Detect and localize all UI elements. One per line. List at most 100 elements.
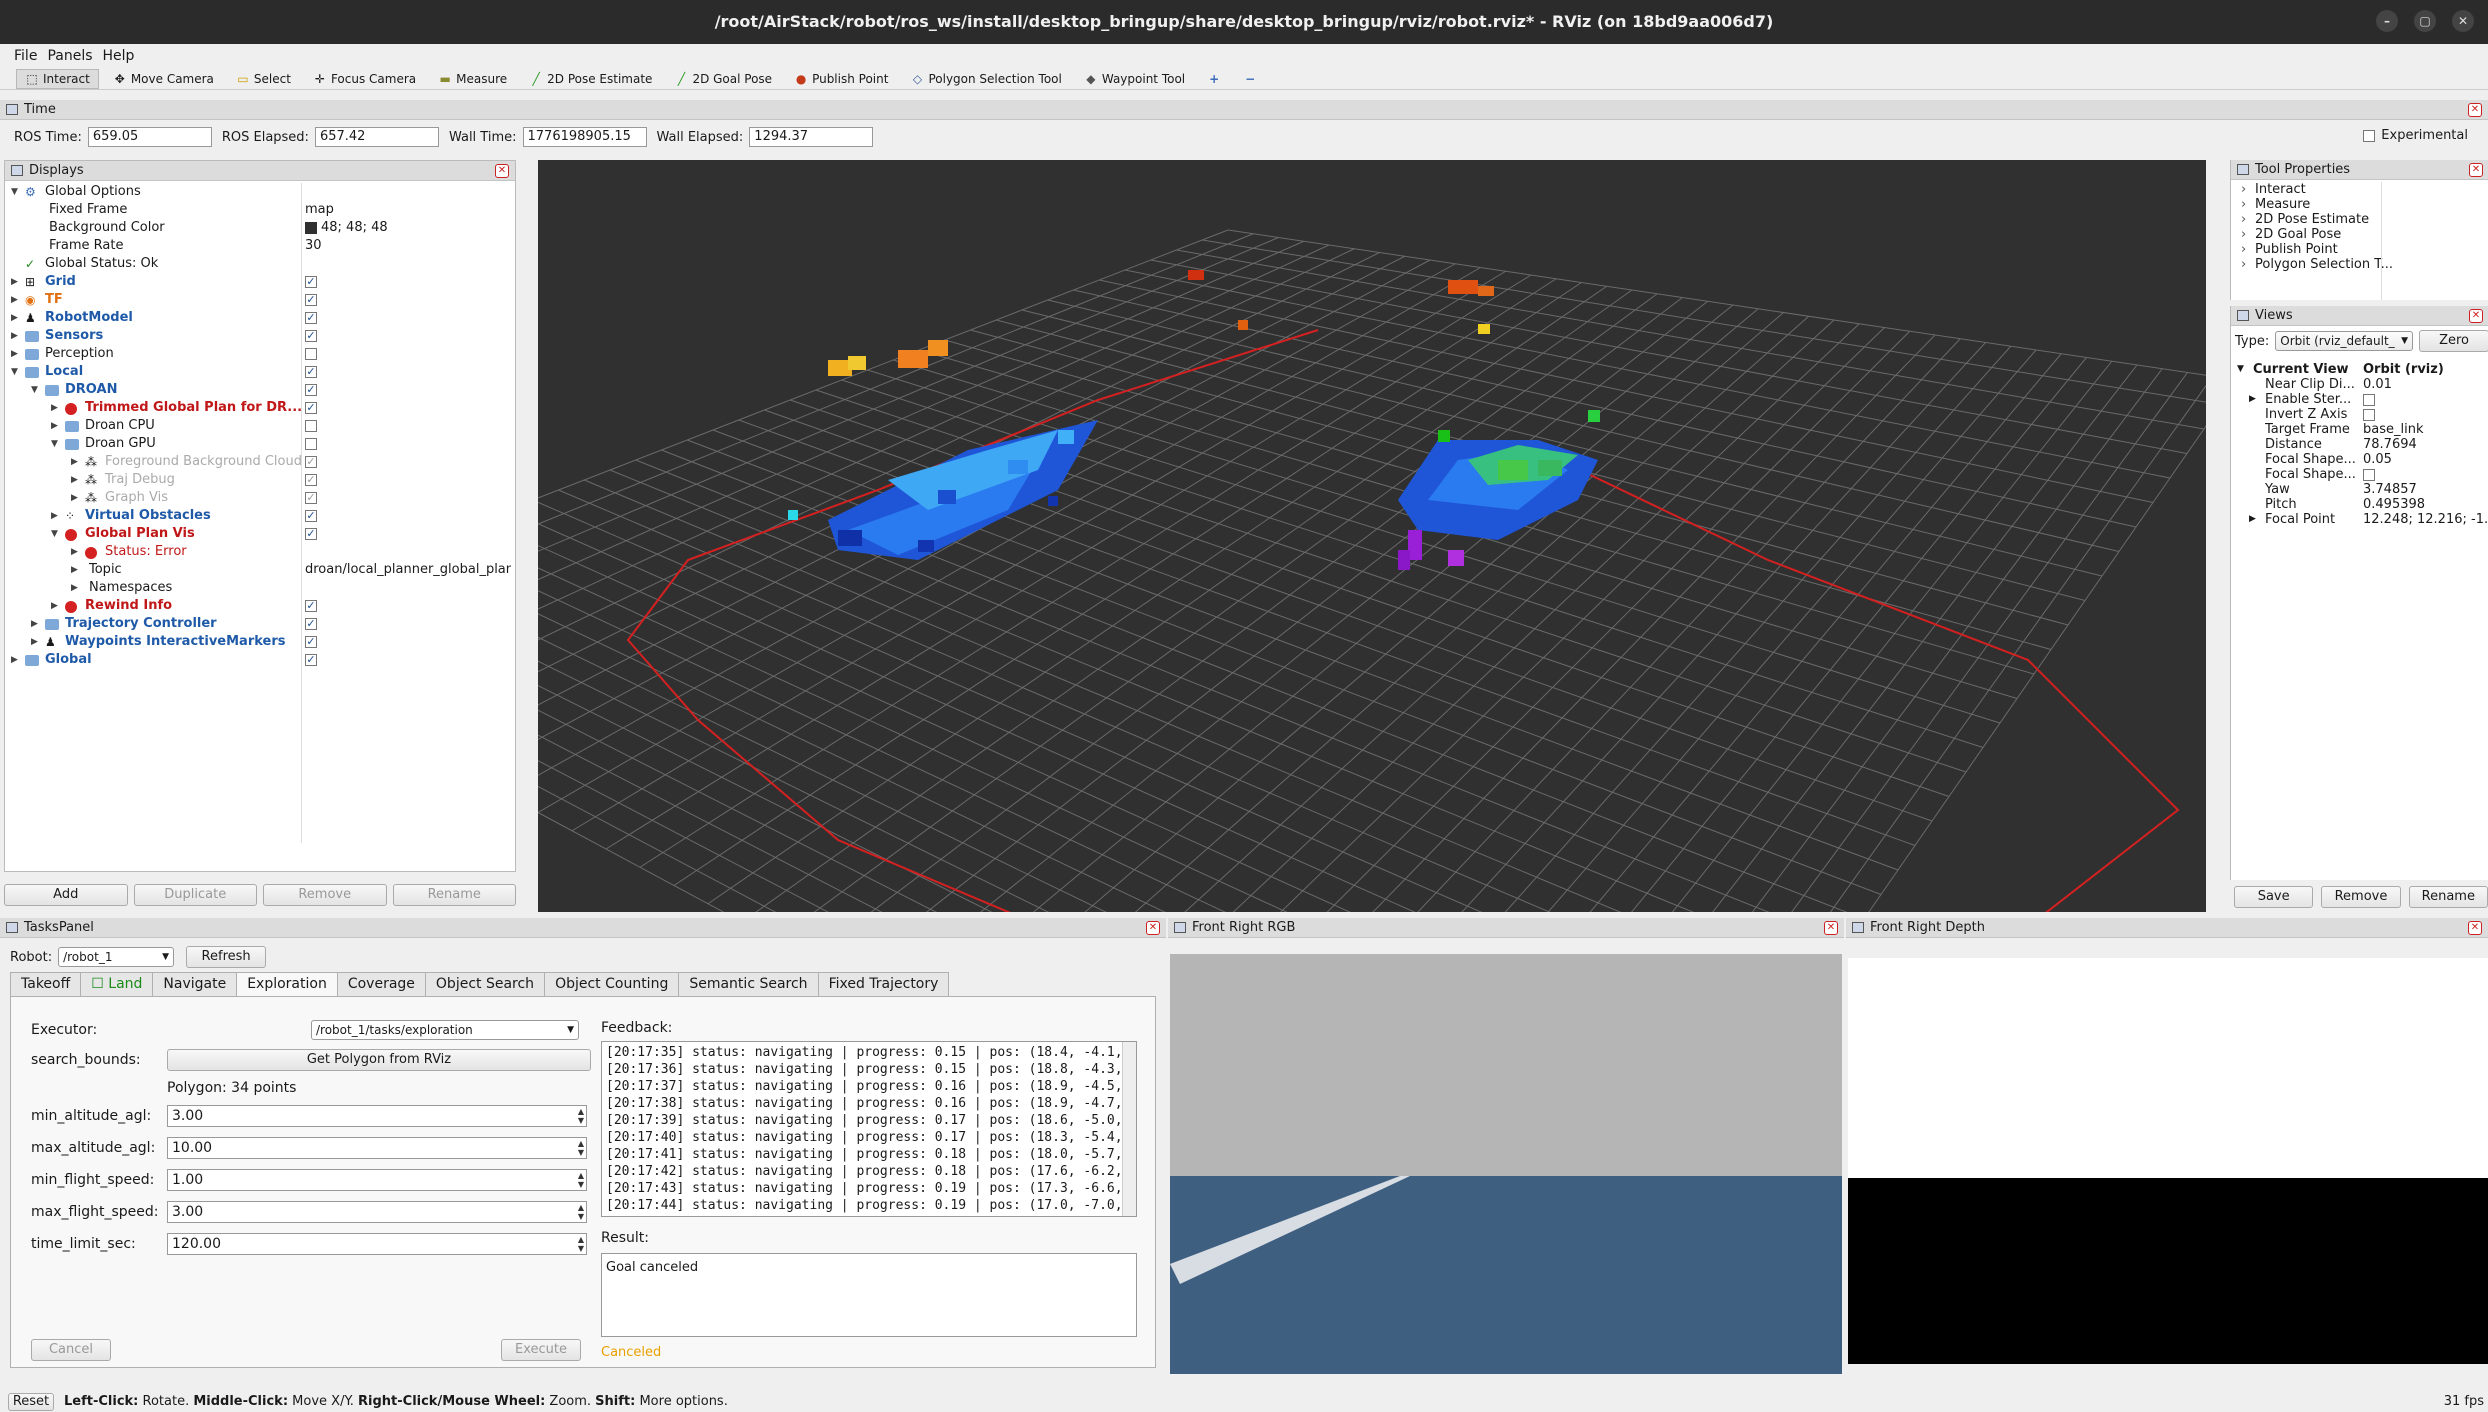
display-value[interactable]: ✓ [305, 471, 511, 489]
spin-arrows-icon[interactable]: ▲ ▼ [578, 1235, 584, 1253]
view-property-checkbox[interactable] [2363, 393, 2375, 406]
display-enabled-checkbox[interactable]: ✓ [305, 311, 317, 324]
display-row[interactable]: ▶ Rewind Info ✓ [5, 597, 515, 615]
chevron-right-icon[interactable]: ▶ [11, 291, 18, 309]
spin-arrows-icon[interactable]: ▲ ▼ [578, 1139, 584, 1157]
view-property-row[interactable]: ▶ Enable Ster... [2231, 392, 2488, 407]
tool-polygon-selection[interactable]: ◇ Polygon Selection Tool [902, 69, 1069, 89]
display-row[interactable]: ▶ Perception [5, 345, 515, 363]
tool-select[interactable]: ▭ Select [228, 69, 299, 89]
tab-coverage[interactable]: Coverage [336, 972, 426, 996]
scene-svg[interactable] [538, 160, 2206, 912]
view-property-value[interactable]: Orbit (rviz) [2363, 362, 2487, 377]
close-views-icon[interactable]: ✕ [2469, 309, 2483, 323]
display-value[interactable]: ✓ [305, 363, 511, 381]
spin-arrows-icon[interactable]: ▲ ▼ [578, 1171, 584, 1189]
display-enabled-checkbox[interactable]: ✓ [305, 509, 317, 522]
chevron-right-icon[interactable]: ▶ [2249, 512, 2256, 527]
tab-fixed-trajectory[interactable]: Fixed Trajectory [817, 972, 950, 996]
wall-elapsed-field[interactable]: 1294.37 [749, 127, 874, 147]
display-value[interactable]: ✓ [305, 525, 511, 543]
display-enabled-checkbox[interactable]: ✓ [305, 473, 317, 486]
display-row[interactable]: ▶ Trajectory Controller ✓ [5, 615, 515, 633]
display-enabled-checkbox[interactable]: ✓ [305, 455, 317, 468]
wall-time-field[interactable]: 1776198905.15 [522, 127, 647, 147]
rename-view-button[interactable]: Rename [2408, 886, 2488, 908]
display-row[interactable]: ▶ ♟ RobotModel ✓ [5, 309, 515, 327]
tab-land[interactable]: ☐ Land [80, 972, 154, 996]
menu-panels[interactable]: Panels [47, 44, 92, 68]
display-row[interactable]: ▶ Global ✓ [5, 651, 515, 669]
view-property-value[interactable] [2363, 407, 2487, 422]
tab-takeoff[interactable]: Takeoff [10, 972, 82, 996]
display-row[interactable]: ▶ Topic droan/local_planner_global_plan... [5, 561, 515, 579]
display-row[interactable]: ▶ ⁂ Foreground Background Cloud ✓ [5, 453, 515, 471]
display-value[interactable] [305, 345, 511, 363]
tool-move-camera[interactable]: ✥ Move Camera [105, 69, 222, 89]
display-enabled-checkbox[interactable] [305, 437, 317, 450]
view-property-value[interactable]: base_link [2363, 422, 2487, 437]
chevron-right-icon[interactable]: ▶ [11, 273, 18, 291]
view-property-row[interactable]: Target Frame base_link [2231, 422, 2488, 437]
close-front-depth-icon[interactable]: ✕ [2468, 921, 2482, 935]
display-row[interactable]: ▼ Droan GPU [5, 435, 515, 453]
remove-tool-button[interactable]: − [1235, 69, 1265, 89]
spin-arrows-icon[interactable]: ▲ ▼ [578, 1203, 584, 1221]
minimize-icon[interactable]: – [2376, 10, 2398, 32]
tool-property-item[interactable]: Interact [2231, 182, 2488, 197]
display-value[interactable]: ✓ [305, 633, 511, 651]
display-row[interactable]: ▶ ⁘ Virtual Obstacles ✓ [5, 507, 515, 525]
spin-arrows-icon[interactable]: ▲ ▼ [578, 1107, 584, 1125]
tool-publish-point[interactable]: ● Publish Point [786, 69, 896, 89]
display-row[interactable]: ▶ ◉ TF ✓ [5, 291, 515, 309]
experimental-checkbox[interactable] [2363, 129, 2376, 142]
time-limit-input[interactable]: 120.00 ▲ ▼ [167, 1233, 587, 1255]
tool-2d-goal-pose[interactable]: ╱ 2D Goal Pose [666, 69, 780, 89]
add-tool-button[interactable]: + [1199, 69, 1229, 89]
color-swatch[interactable] [305, 221, 317, 234]
ros-time-field[interactable]: 659.05 [87, 127, 212, 147]
tab-object-counting[interactable]: Object Counting [544, 972, 680, 996]
display-row[interactable]: ▼ Local ✓ [5, 363, 515, 381]
chevron-right-icon[interactable]: ▶ [51, 507, 58, 525]
display-row[interactable]: ▼ DROAN ✓ [5, 381, 515, 399]
display-row[interactable]: ▶ Status: Error [5, 543, 515, 561]
view-property-value[interactable] [2363, 467, 2487, 482]
tab-navigate[interactable]: Navigate [152, 972, 238, 996]
chevron-right-icon[interactable]: ▶ [11, 345, 18, 363]
render-viewport[interactable] [538, 160, 2206, 912]
display-value[interactable]: ✓ [305, 327, 511, 345]
view-property-row[interactable]: Yaw 3.74857 [2231, 482, 2488, 497]
tool-waypoint[interactable]: ◆ Waypoint Tool [1076, 69, 1193, 89]
add-display-button[interactable]: Add [4, 884, 128, 906]
display-value[interactable] [305, 417, 511, 435]
save-view-button[interactable]: Save [2234, 886, 2314, 908]
duplicate-display-button[interactable]: Duplicate [133, 884, 257, 906]
feedback-log[interactable]: [20:17:35] status: navigating | progress… [601, 1041, 1137, 1217]
min-altitude-input[interactable]: 3.00 ▲ ▼ [167, 1105, 587, 1127]
display-enabled-checkbox[interactable]: ✓ [305, 401, 317, 414]
view-property-row[interactable]: Focal Shape... 0.05 [2231, 452, 2488, 467]
tool-property-item[interactable]: Publish Point [2231, 242, 2488, 257]
chevron-right-icon[interactable]: ▶ [51, 597, 58, 615]
display-enabled-checkbox[interactable]: ✓ [305, 599, 317, 612]
display-enabled-checkbox[interactable]: ✓ [305, 275, 317, 288]
view-property-row[interactable]: Near Clip Di... 0.01 [2231, 377, 2488, 392]
close-tool-properties-icon[interactable]: ✕ [2469, 163, 2483, 177]
reset-button[interactable]: Reset [8, 1393, 54, 1411]
display-enabled-checkbox[interactable] [305, 419, 317, 432]
display-enabled-checkbox[interactable]: ✓ [305, 527, 317, 540]
chevron-right-icon[interactable]: ▶ [71, 489, 78, 507]
display-value[interactable] [305, 435, 511, 453]
chevron-right-icon[interactable]: ▶ [31, 633, 38, 651]
view-property-row[interactable]: Distance 78.7694 [2231, 437, 2488, 452]
display-row[interactable]: ▶ Sensors ✓ [5, 327, 515, 345]
display-enabled-checkbox[interactable]: ✓ [305, 617, 317, 630]
view-property-row[interactable]: Focal Shape... [2231, 467, 2488, 482]
chevron-down-icon[interactable]: ▼ [11, 183, 18, 201]
viewport-splitter[interactable] [2206, 160, 2230, 912]
get-polygon-button[interactable]: Get Polygon from RViz [167, 1049, 591, 1071]
display-row[interactable]: ▶ Droan CPU [5, 417, 515, 435]
display-row[interactable]: ▶ ♟ Waypoints InteractiveMarkers ✓ [5, 633, 515, 651]
tool-measure[interactable]: ▬ Measure [430, 69, 515, 89]
